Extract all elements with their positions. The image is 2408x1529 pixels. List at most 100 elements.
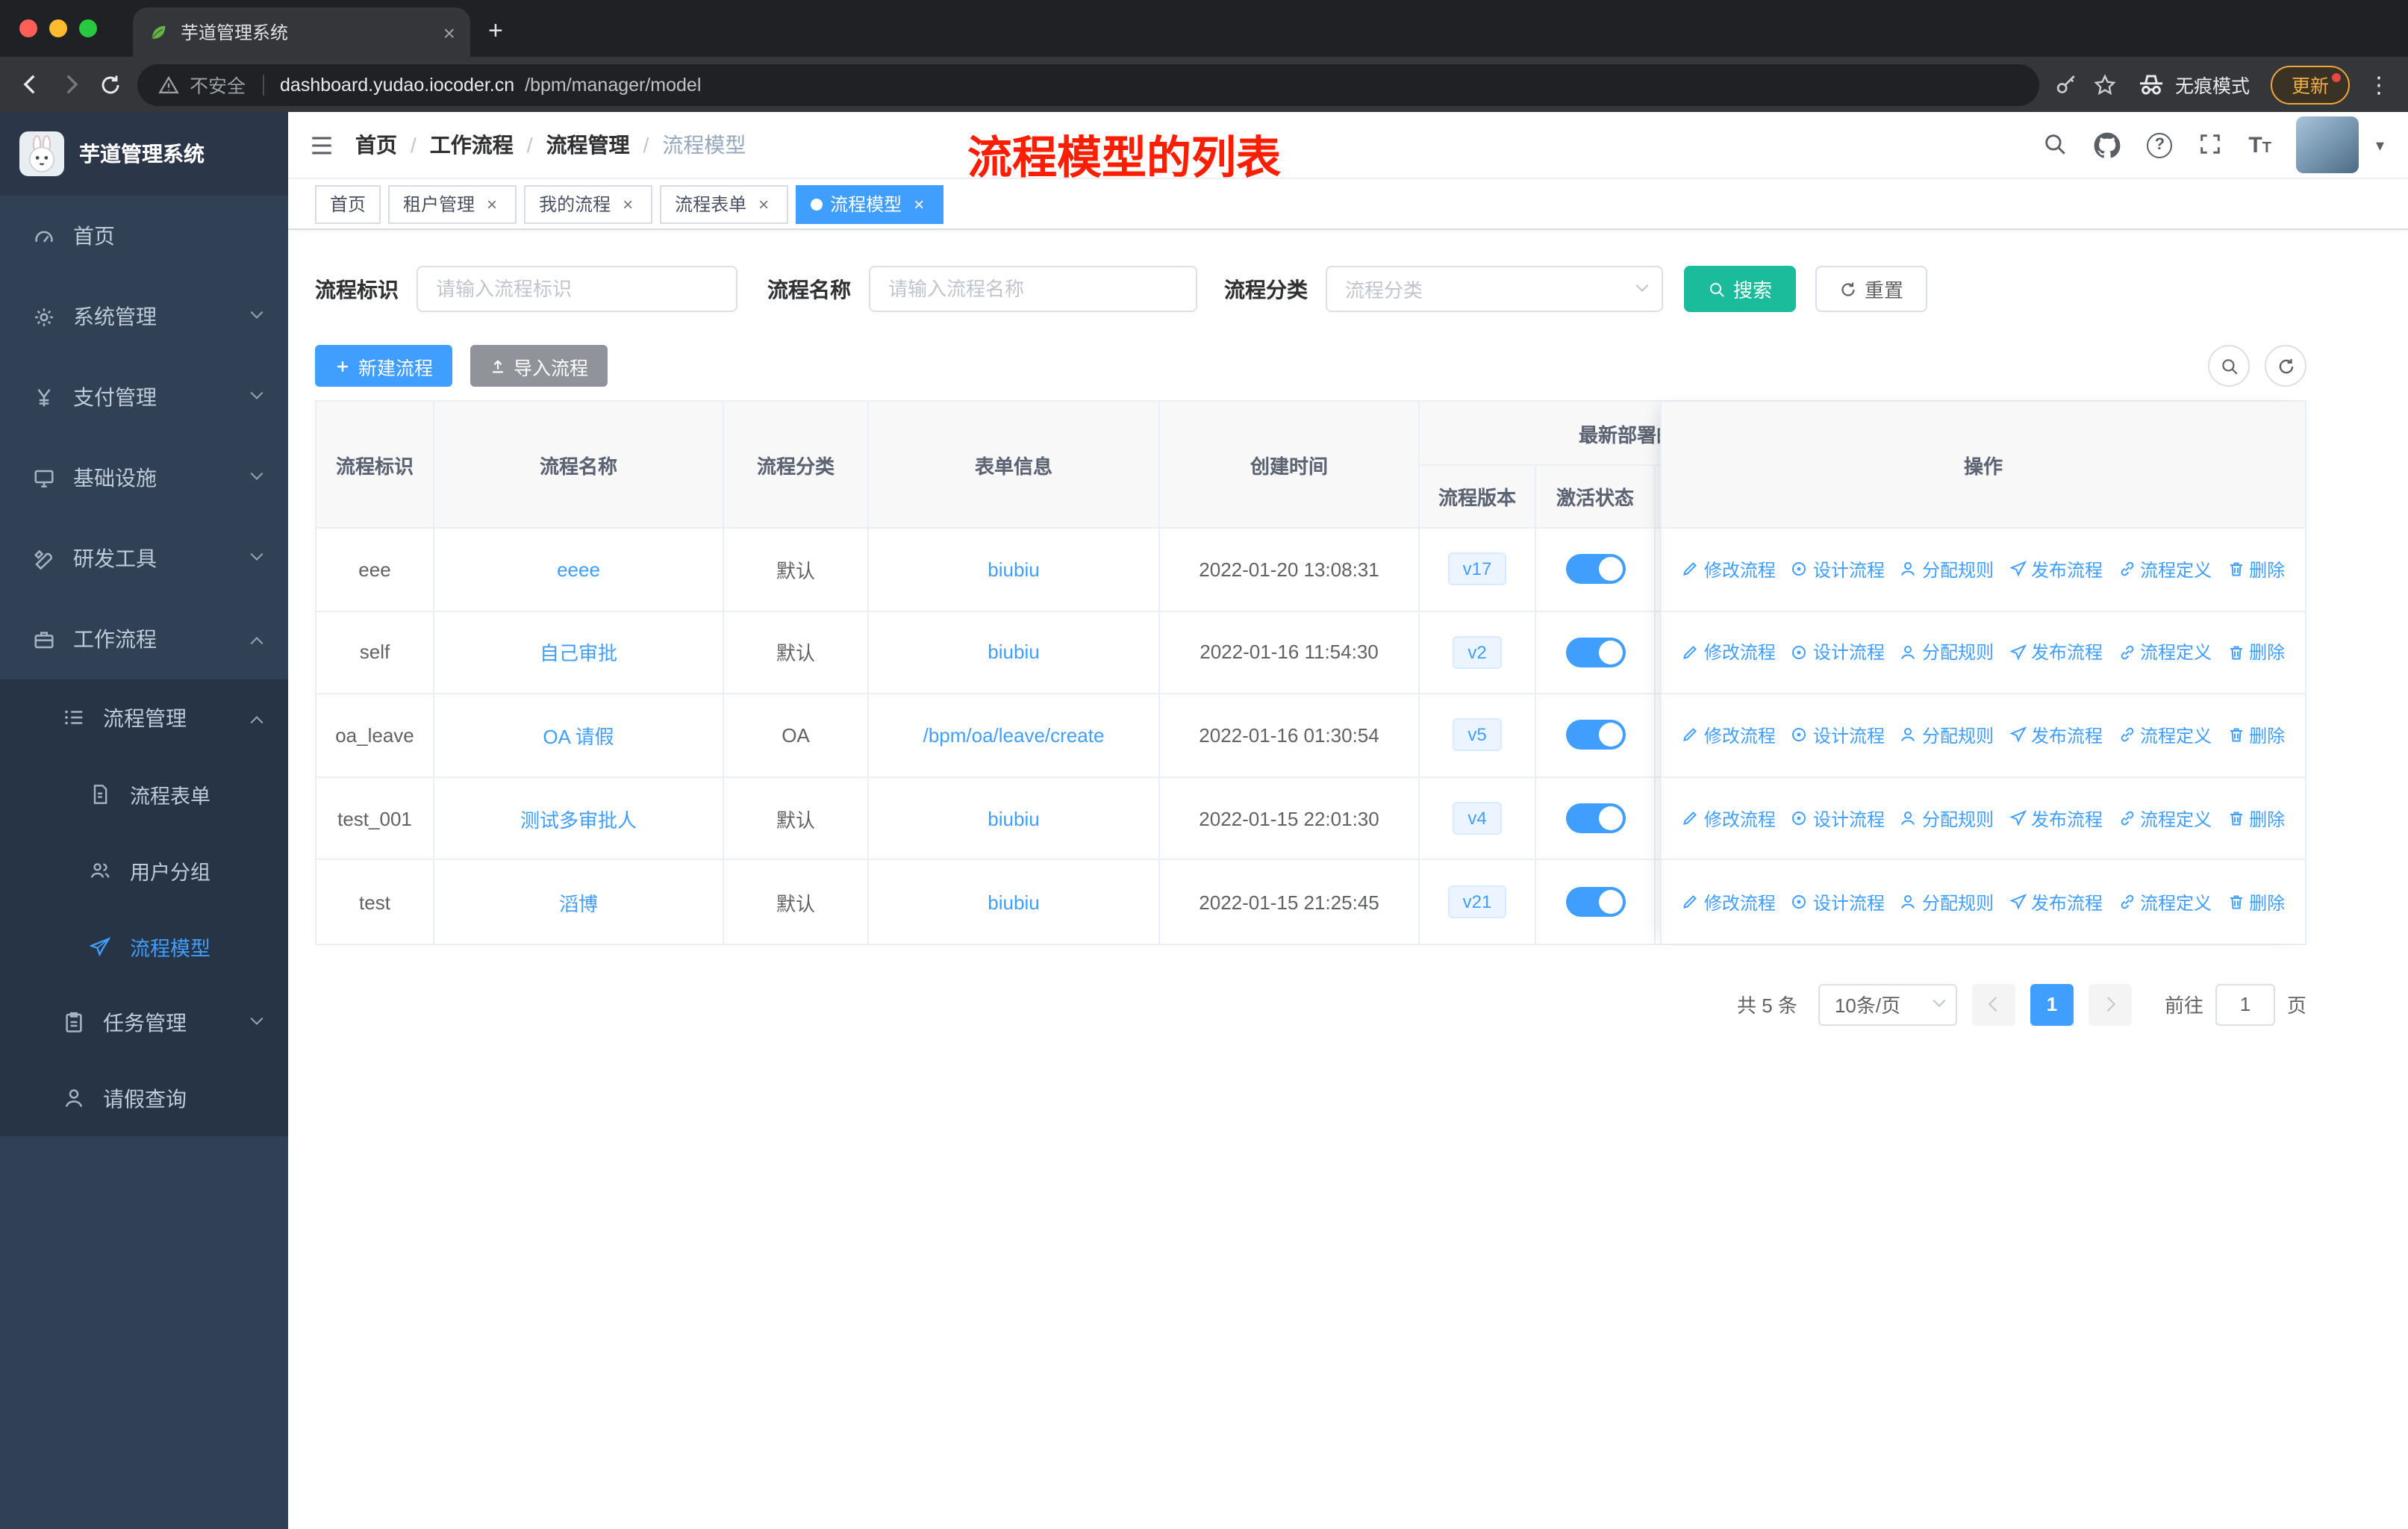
form-info-link[interactable]: biubiu xyxy=(988,891,1039,913)
tag-process-model[interactable]: 流程模型 × xyxy=(796,184,944,223)
bookmark-star-icon[interactable] xyxy=(2093,72,2117,96)
process-definition-link[interactable]: 流程定义 xyxy=(2118,806,2212,831)
tag-my-process[interactable]: 我的流程 × xyxy=(524,184,653,223)
back-button[interactable] xyxy=(18,72,43,97)
user-avatar[interactable] xyxy=(2296,116,2359,173)
sidebar-item-leave-query[interactable]: 请假查询 xyxy=(0,1060,288,1136)
status-toggle[interactable] xyxy=(1565,803,1625,834)
breadcrumb-process-management[interactable]: 流程管理 xyxy=(546,130,630,160)
design-process-link[interactable]: 设计流程 xyxy=(1791,889,1885,915)
status-toggle[interactable] xyxy=(1565,720,1625,750)
avatar-caret-icon[interactable]: ▾ xyxy=(2376,135,2384,155)
font-size-icon[interactable]: TT xyxy=(2248,132,2271,158)
edit-process-link[interactable]: 修改流程 xyxy=(1682,557,1776,582)
browser-tab[interactable]: 芋道管理系统 × xyxy=(133,7,470,57)
breadcrumb-home[interactable]: 首页 xyxy=(355,130,397,160)
publish-process-link[interactable]: 发布流程 xyxy=(2009,723,2103,748)
sidebar-item-workflow[interactable]: 工作流程 xyxy=(0,599,288,679)
reset-button[interactable]: 重置 xyxy=(1815,266,1928,312)
password-key-icon[interactable] xyxy=(2054,72,2078,96)
publish-process-link[interactable]: 发布流程 xyxy=(2009,806,2103,831)
forward-button[interactable] xyxy=(58,72,84,97)
new-tab-button[interactable]: + xyxy=(470,16,503,57)
page-number-button[interactable]: 1 xyxy=(2030,983,2074,1026)
publish-process-link[interactable]: 发布流程 xyxy=(2009,889,2103,915)
form-info-link[interactable]: biubiu xyxy=(988,641,1039,664)
sidebar-item-system[interactable]: 系统管理 xyxy=(0,276,288,357)
toggle-search-button[interactable] xyxy=(2208,345,2250,387)
delete-link[interactable]: 删除 xyxy=(2227,889,2285,915)
delete-link[interactable]: 删除 xyxy=(2227,640,2285,665)
sidebar-item-task-management[interactable]: 任务管理 xyxy=(0,984,288,1060)
sidebar-item-user-group[interactable]: 用户分组 xyxy=(0,832,288,908)
sidebar-item-home[interactable]: 首页 xyxy=(0,196,288,276)
model-name-link[interactable]: 滔博 xyxy=(559,888,598,916)
sidebar-item-process-management[interactable]: 流程管理 xyxy=(0,679,288,756)
github-icon[interactable] xyxy=(2093,131,2121,159)
model-name-link[interactable]: 自己审批 xyxy=(540,638,617,667)
minimize-window-button[interactable] xyxy=(49,19,67,37)
refresh-table-button[interactable] xyxy=(2265,345,2306,387)
form-info-link[interactable]: biubiu xyxy=(988,558,1039,581)
prev-page-button[interactable] xyxy=(1971,983,2015,1026)
assign-rule-link[interactable]: 分配规则 xyxy=(1900,640,1994,665)
goto-page-input[interactable] xyxy=(2215,983,2275,1026)
reload-button[interactable] xyxy=(99,72,122,96)
tag-process-form[interactable]: 流程表单 × xyxy=(660,184,789,223)
help-icon[interactable]: ? xyxy=(2147,132,2173,158)
fullscreen-icon[interactable] xyxy=(2198,131,2223,158)
browser-update-button[interactable]: 更新 xyxy=(2270,65,2350,104)
model-name-link[interactable]: eeee xyxy=(557,558,600,581)
status-toggle[interactable] xyxy=(1565,637,1625,667)
close-window-button[interactable] xyxy=(19,19,37,37)
model-name-link[interactable]: 测试多审批人 xyxy=(520,804,637,832)
assign-rule-link[interactable]: 分配规则 xyxy=(1900,806,1994,831)
assign-rule-link[interactable]: 分配规则 xyxy=(1900,557,1994,582)
design-process-link[interactable]: 设计流程 xyxy=(1791,806,1885,831)
edit-process-link[interactable]: 修改流程 xyxy=(1682,889,1776,915)
design-process-link[interactable]: 设计流程 xyxy=(1791,640,1885,665)
close-icon[interactable]: × xyxy=(482,193,502,214)
sidebar-item-infrastructure[interactable]: 基础设施 xyxy=(0,437,288,518)
assign-rule-link[interactable]: 分配规则 xyxy=(1900,889,1994,915)
process-definition-link[interactable]: 流程定义 xyxy=(2118,723,2212,748)
process-id-input[interactable] xyxy=(417,266,737,312)
design-process-link[interactable]: 设计流程 xyxy=(1791,723,1885,748)
sidebar-item-payment[interactable]: 支付管理 xyxy=(0,357,288,437)
maximize-window-button[interactable] xyxy=(79,19,97,37)
category-select[interactable]: 流程分类 xyxy=(1326,266,1663,312)
assign-rule-link[interactable]: 分配规则 xyxy=(1900,723,1994,748)
process-definition-link[interactable]: 流程定义 xyxy=(2118,889,2212,915)
search-icon[interactable] xyxy=(2042,131,2068,158)
delete-link[interactable]: 删除 xyxy=(2227,723,2285,748)
delete-link[interactable]: 删除 xyxy=(2227,806,2285,831)
delete-link[interactable]: 删除 xyxy=(2227,557,2285,582)
form-info-link[interactable]: biubiu xyxy=(988,807,1039,829)
sidebar-item-devtools[interactable]: 研发工具 xyxy=(0,518,288,599)
browser-menu-icon[interactable]: ⋮ xyxy=(2365,71,2390,98)
search-button[interactable]: 搜索 xyxy=(1684,266,1797,312)
create-process-button[interactable]: 新建流程 xyxy=(315,345,453,387)
tag-home[interactable]: 首页 xyxy=(315,184,381,223)
status-toggle[interactable] xyxy=(1565,887,1625,918)
close-icon[interactable]: × xyxy=(909,193,929,214)
design-process-link[interactable]: 设计流程 xyxy=(1791,557,1885,582)
tag-tenant[interactable]: 租户管理 × xyxy=(388,184,517,223)
edit-process-link[interactable]: 修改流程 xyxy=(1682,640,1776,665)
process-definition-link[interactable]: 流程定义 xyxy=(2118,557,2212,582)
process-name-input[interactable] xyxy=(869,266,1197,312)
import-process-button[interactable]: 导入流程 xyxy=(470,345,608,387)
sidebar-item-process-form[interactable]: 流程表单 xyxy=(0,756,288,832)
tab-close-icon[interactable]: × xyxy=(443,20,455,44)
next-page-button[interactable] xyxy=(2088,983,2132,1026)
address-bar[interactable]: 不安全 dashboard.yudao.iocoder.cn/bpm/manag… xyxy=(137,63,2039,105)
sidebar-toggle-icon[interactable] xyxy=(309,132,334,158)
edit-process-link[interactable]: 修改流程 xyxy=(1682,806,1776,831)
status-toggle[interactable] xyxy=(1565,554,1625,585)
publish-process-link[interactable]: 发布流程 xyxy=(2009,640,2103,665)
edit-process-link[interactable]: 修改流程 xyxy=(1682,723,1776,748)
process-definition-link[interactable]: 流程定义 xyxy=(2118,640,2212,665)
close-icon[interactable]: × xyxy=(754,193,773,214)
publish-process-link[interactable]: 发布流程 xyxy=(2009,557,2103,582)
sidebar-item-process-model[interactable]: 流程模型 xyxy=(0,908,288,984)
